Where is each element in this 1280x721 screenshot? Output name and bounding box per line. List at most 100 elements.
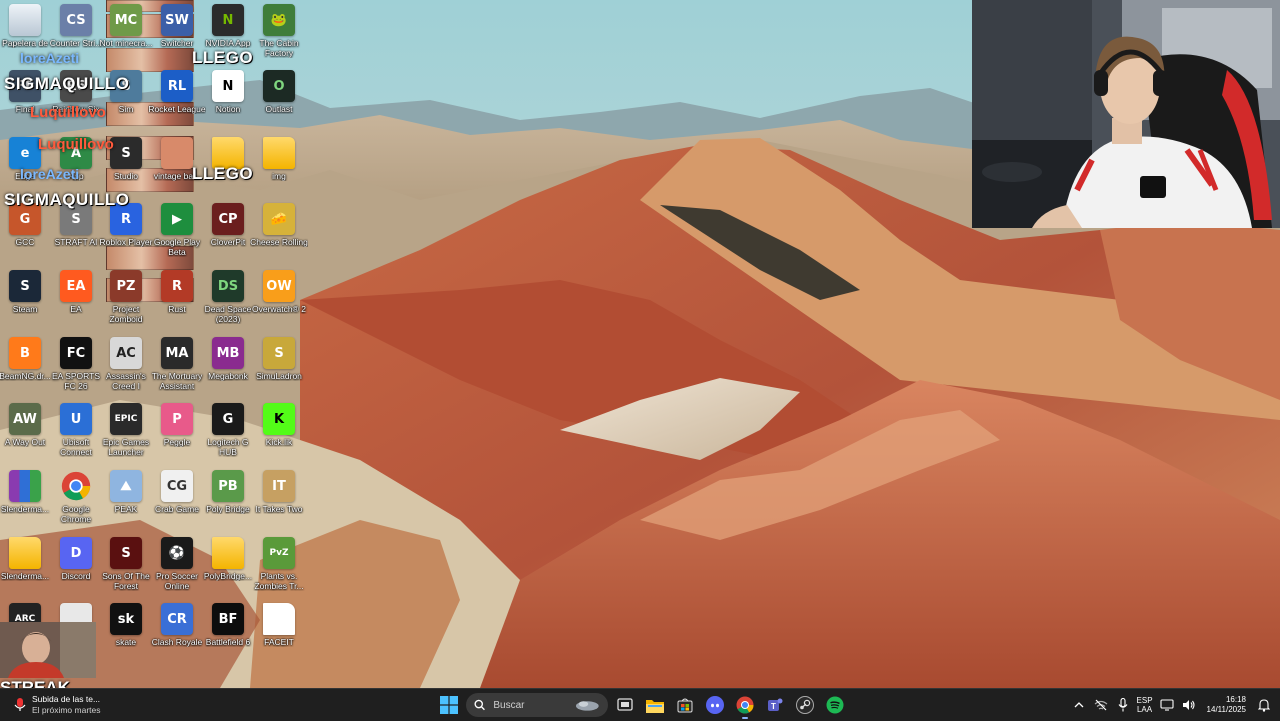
- teams-icon: T: [768, 698, 783, 711]
- teams-taskbar-button[interactable]: T: [762, 692, 788, 718]
- task-view-button[interactable]: [612, 692, 638, 718]
- desktop-icon-logitech-g-hub[interactable]: G Logitech G HUB: [203, 403, 253, 467]
- desktop-icon-label: Clash Royale: [151, 637, 203, 647]
- desktop-icon-cloverpit[interactable]: CP CloverPit: [203, 203, 253, 267]
- desktop-icon-dead-space-2023[interactable]: DS Dead Space (2023): [203, 270, 253, 334]
- desktop-icon-ea-sports-fc-26[interactable]: FC EA SPORTS FC 26: [51, 337, 101, 401]
- desktop-icon-label: PEAK: [114, 504, 138, 514]
- display-icon[interactable]: [1159, 697, 1175, 713]
- desktop-icon-plants-vs-zombies-tr[interactable]: PvZ Plants vs. Zombies Tr...: [254, 537, 304, 601]
- edge-icon: e: [9, 137, 41, 169]
- desktop-icon-notion[interactable]: N Notion: [203, 70, 253, 134]
- switcher-icon: SW: [161, 4, 193, 36]
- desktop-icon-ubisoft-connect[interactable]: U Ubisoft Connect: [51, 403, 101, 467]
- desktop-icon-peggle[interactable]: P Peggle: [152, 403, 202, 467]
- desktop-icon-overwatch-2[interactable]: OW Overwatch® 2: [252, 270, 306, 334]
- microphone-icon[interactable]: [1115, 697, 1131, 713]
- desktop-icon-gcc[interactable]: G GCC: [0, 203, 50, 267]
- desktop-icon-label: Overwatch® 2: [252, 304, 306, 314]
- it-takes-two-icon: IT: [263, 470, 295, 502]
- desktop-icon-battlefield-6[interactable]: BF Battlefield 6: [203, 603, 253, 667]
- ea-icon: EA: [60, 270, 92, 302]
- desktop-icon-google-chrome[interactable]: Google Chrome: [51, 470, 101, 534]
- desktop-icon-google-play-beta[interactable]: ▶ Google Play Beta: [152, 203, 202, 267]
- desktop-icon-discord[interactable]: D Discord: [51, 537, 101, 601]
- peggle-icon: P: [161, 403, 193, 435]
- desktop-icon-cheese-rolling[interactable]: 🧀 Cheese Rolling: [250, 203, 308, 267]
- store-button[interactable]: [672, 692, 698, 718]
- language-indicator[interactable]: ESP LAA: [1137, 696, 1153, 714]
- file-explorer-button[interactable]: [642, 692, 668, 718]
- network-off-icon[interactable]: [1093, 697, 1109, 713]
- desktop-icon-clash-royale[interactable]: CR Clash Royale: [152, 603, 202, 667]
- desktop-icon-steam[interactable]: S Steam: [0, 270, 50, 334]
- not-minecra-icon: MC: [110, 4, 142, 36]
- desktop-icon-project-zomboid[interactable]: PZ Project Zomboid: [101, 270, 151, 334]
- taskbar-notification[interactable]: Subida de las te... El próximo martes: [14, 693, 101, 717]
- desktop-icon-it-takes-two[interactable]: IT It Takes Two: [254, 470, 304, 534]
- desktop-icon-ea[interactable]: EA EA: [51, 270, 101, 334]
- desktop-icon-label: Logitech G HUB: [207, 437, 249, 457]
- clock-time: 16:18: [1225, 695, 1246, 704]
- desktop-icon-assassin-s-creed-i[interactable]: AC Assassin's Creed I: [101, 337, 151, 401]
- desktop-icon-polybridge[interactable]: PolyBridge...: [203, 537, 253, 601]
- desktop-icon-kick-lik[interactable]: K Kick.lik: [254, 403, 304, 467]
- overlay-sigmaquillo: SIGMAQUILLO: [4, 74, 130, 93]
- desktop-icon-rust[interactable]: R Rust: [152, 270, 202, 334]
- desktop-icon-label: Kick.lik: [265, 437, 293, 447]
- desktop-icon-beamng-dr[interactable]: B BeamNG.dr...: [0, 337, 51, 401]
- desktop-icon-megabonk[interactable]: MB Megabonk: [203, 337, 253, 401]
- desktop-icon-rocket-league[interactable]: RL Rocket League: [148, 70, 206, 134]
- desktop-icon-epic-games-launcher[interactable]: EPIC Epic Games Launcher: [101, 403, 151, 467]
- crab-game-icon: CG: [161, 470, 193, 502]
- clash-royale-icon: CR: [161, 603, 193, 635]
- desktop-icon-slenderma[interactable]: Slenderma...: [0, 537, 50, 601]
- volume-icon[interactable]: [1181, 697, 1197, 713]
- desktop-icon-pro-soccer-online[interactable]: ⚽ Pro Soccer Online: [152, 537, 202, 601]
- the-cabin-factory-icon: 🐸: [263, 4, 295, 36]
- discord-taskbar-button[interactable]: [702, 692, 728, 718]
- desktop-icon-the-mortuary-assistant[interactable]: MA The Mortuary Assistant: [152, 337, 202, 401]
- search-highlight-icon: [576, 701, 600, 711]
- notification-bell-icon[interactable]: [1256, 697, 1272, 713]
- spotify-taskbar-button[interactable]: [822, 692, 848, 718]
- desktop-icon-img[interactable]: img: [254, 137, 304, 201]
- pro-soccer-online-icon: ⚽: [161, 537, 193, 569]
- search-input[interactable]: [491, 698, 576, 712]
- desktop-icon-label: Google Play Beta: [153, 237, 201, 257]
- desktop-icon-label: BeamNG.dr...: [0, 371, 51, 381]
- simuladron-icon: S: [263, 337, 295, 369]
- desktop-icon-label: Papelera de: [2, 38, 48, 48]
- taskbar-search[interactable]: [466, 693, 608, 717]
- desktop-icon-outlast[interactable]: O Outlast: [254, 70, 304, 134]
- desktop-icon-not-minecra[interactable]: MC Not minecra...: [100, 4, 152, 68]
- clock[interactable]: 16:18 14/11/2025: [1207, 695, 1246, 715]
- overlay-llego: LLEGO: [192, 164, 254, 183]
- assassin-s-creed-i-icon: AC: [110, 337, 142, 369]
- epic-games-launcher-icon: EPIC: [110, 403, 142, 435]
- desktop-icon-peak[interactable]: ⛰ PEAK: [101, 470, 151, 534]
- desktop-icon-sons-of-the-forest[interactable]: S Sons Of The Forest: [101, 537, 151, 601]
- steam-taskbar-button[interactable]: [792, 692, 818, 718]
- beamng-dr-icon: B: [9, 337, 41, 369]
- desktop-icon-the-cabin-factory[interactable]: 🐸 The Cabin Factory: [254, 4, 304, 68]
- desktop-icon-faceit[interactable]: FACEIT: [254, 603, 304, 667]
- desktop-icon-straft-ai[interactable]: S STRAFT AI: [51, 203, 101, 267]
- clock-date: 14/11/2025: [1206, 705, 1246, 714]
- svg-text:T: T: [771, 702, 776, 711]
- desktop-icon-simuladron[interactable]: S SimuLadron: [254, 337, 304, 401]
- chrome-taskbar-button[interactable]: [732, 692, 758, 719]
- start-button[interactable]: [436, 692, 462, 718]
- search-icon: [474, 699, 485, 711]
- desktop-icon-roblox-player[interactable]: R Roblox Player: [100, 203, 152, 267]
- the-mortuary-assistant-icon: MA: [161, 337, 193, 369]
- desktop-icon-a-way-out[interactable]: AW A Way Out: [0, 403, 50, 467]
- chevron-up-icon[interactable]: [1071, 697, 1087, 713]
- studio-icon: S: [110, 137, 142, 169]
- desktop-icon-skate[interactable]: sk skate: [101, 603, 151, 667]
- chrome-icon: [736, 696, 754, 714]
- project-zomboid-icon: PZ: [110, 270, 142, 302]
- desktop-icon-slenderma[interactable]: Slenderma...: [0, 470, 50, 534]
- desktop-icon-crab-game[interactable]: CG Crab Game: [152, 470, 202, 534]
- desktop-icon-poly-bridge[interactable]: PB Poly Bridge: [203, 470, 253, 534]
